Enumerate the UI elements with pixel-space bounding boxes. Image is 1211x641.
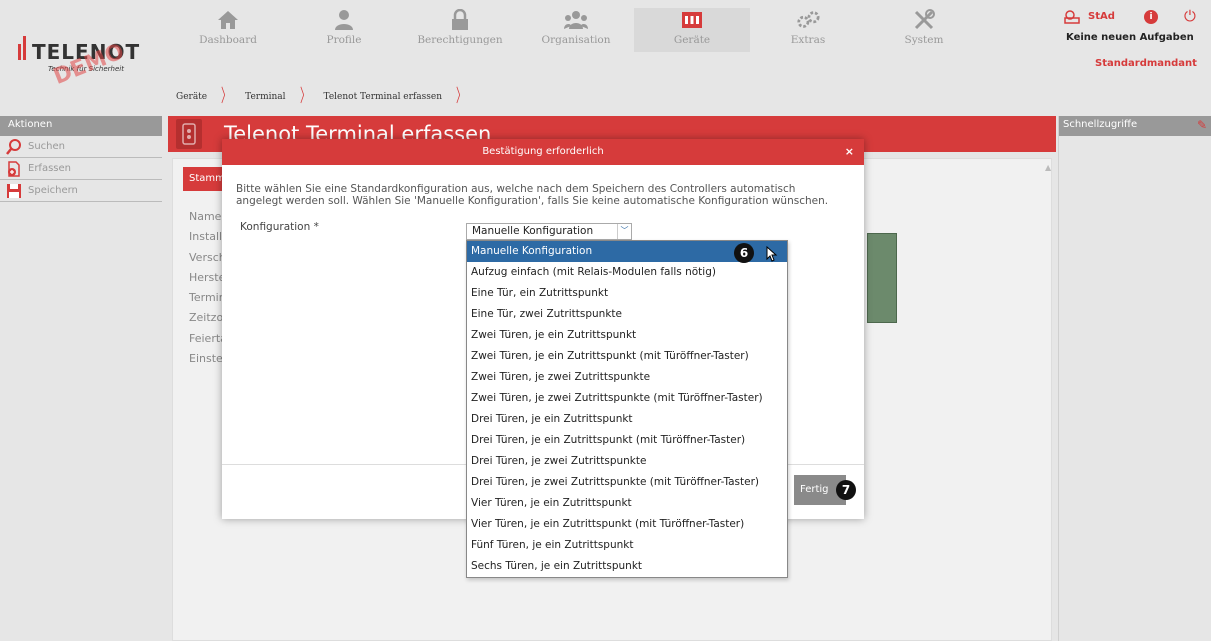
- chevron-right-icon: 〉: [221, 86, 232, 107]
- dropdown-option[interactable]: Fünf Türen, je ein Zutrittspunkt: [467, 535, 787, 556]
- dropdown-option[interactable]: Vier Türen, je ein Zutrittspunkt (mit Tü…: [467, 514, 787, 535]
- breadcrumb-item[interactable]: Telenot Terminal erfassen: [318, 92, 448, 102]
- dialog-message: Bitte wählen Sie eine Standardkonfigurat…: [236, 183, 829, 207]
- sidebar-title: Aktionen: [0, 116, 162, 136]
- nav-label: Profile: [326, 34, 362, 46]
- lock-icon: [448, 8, 472, 32]
- breadcrumb-item[interactable]: Terminal: [239, 92, 291, 102]
- nav-label: Organisation: [541, 34, 611, 46]
- dropdown-option[interactable]: Drei Türen, je zwei Zutrittspunkte (mit …: [467, 472, 787, 493]
- main-nav: Dashboard Profile Berechtigungen Organis…: [170, 8, 982, 58]
- dropdown-option[interactable]: Zwei Türen, je ein Zutrittspunkt (mit Tü…: [467, 346, 787, 367]
- house-icon: [216, 8, 240, 32]
- nav-profile[interactable]: Profile: [286, 8, 402, 52]
- sidebar-item-label: Erfassen: [28, 163, 71, 174]
- chevron-right-icon: 〉: [299, 86, 310, 107]
- dropdown-option[interactable]: Zwei Türen, je zwei Zutrittspunkte (mit …: [467, 388, 787, 409]
- telenot-logo[interactable]: TELENOT Technik für Sicherheit DEMO: [18, 28, 163, 90]
- dropdown-option[interactable]: Drei Türen, je ein Zutrittspunkt (mit Tü…: [467, 430, 787, 451]
- breadcrumb-item[interactable]: Geräte: [170, 92, 213, 102]
- add-document-icon: [6, 160, 22, 177]
- dropdown-option[interactable]: Eine Tür, ein Zutrittspunkt: [467, 283, 787, 304]
- nav-extras[interactable]: Extras: [750, 8, 866, 52]
- dropdown-option[interactable]: Aufzug einfach (mit Relais-Modulen falls…: [467, 262, 787, 283]
- terminal-icon: [176, 119, 202, 149]
- app-header: TELENOT Technik für Sicherheit DEMO Dash…: [0, 0, 1211, 90]
- dropdown-option[interactable]: Vier Türen, je ein Zutrittspunkt: [467, 493, 787, 514]
- sidebar-item-erfassen[interactable]: Erfassen: [0, 158, 162, 180]
- tasks-status[interactable]: Keine neuen Aufgaben: [1066, 32, 1194, 43]
- dropdown-option[interactable]: Eine Tür, zwei Zutrittspunkte: [467, 304, 787, 325]
- logo-mark-icon: [18, 36, 28, 60]
- chevron-down-icon[interactable]: ﹀: [617, 224, 631, 239]
- user-name[interactable]: StAd: [1088, 11, 1115, 22]
- user-area: StAd i ⏻ Keine neuen Aufgaben: [1064, 8, 1211, 80]
- chevron-right-icon: 〉: [456, 86, 466, 107]
- nav-label: Geräte: [673, 34, 711, 46]
- nav-berechtigungen[interactable]: Berechtigungen: [402, 8, 518, 52]
- quick-access-title: Schnellzugriffe: [1063, 119, 1138, 130]
- dropdown-option[interactable]: Sechs Türen, je ein Zutrittspunkt: [467, 556, 787, 577]
- device-board-image: [867, 233, 897, 323]
- quick-access-header: Schnellzugriffe ✎: [1059, 116, 1211, 136]
- dialog-title: Bestätigung erforderlich: [482, 146, 604, 157]
- nav-geraete[interactable]: Geräte: [634, 8, 750, 52]
- dialog-header: Bestätigung erforderlich ×: [222, 139, 864, 165]
- power-icon[interactable]: ⏻: [1184, 8, 1200, 24]
- user-icon: [1064, 10, 1080, 24]
- step-badge-7: 7: [836, 480, 856, 500]
- breadcrumb: Geräte 〉 Terminal 〉 Telenot Terminal erf…: [170, 86, 474, 108]
- dropdown-option[interactable]: Zwei Türen, je zwei Zutrittspunkte: [467, 367, 787, 388]
- nav-label: System: [904, 34, 944, 46]
- device-icon: [680, 8, 704, 32]
- config-dropdown-list: Manuelle Konfiguration Aufzug einfach (m…: [466, 240, 788, 578]
- sidebar-item-label: Speichern: [28, 185, 78, 196]
- step-badge-6: 6: [734, 243, 754, 263]
- config-label: Konfiguration *: [240, 221, 319, 233]
- mandant-label[interactable]: Standardmandant: [1095, 58, 1197, 69]
- save-icon: [6, 183, 22, 199]
- dropdown-option[interactable]: Zwei Türen, je ein Zutrittspunkt: [467, 325, 787, 346]
- sidebar-item-speichern[interactable]: Speichern: [0, 180, 162, 202]
- nav-dashboard[interactable]: Dashboard: [170, 8, 286, 52]
- nav-system[interactable]: System: [866, 8, 982, 52]
- group-icon: [564, 8, 588, 32]
- nav-label: Extras: [790, 34, 826, 46]
- search-icon: [6, 138, 22, 155]
- config-select-value: Manuelle Konfiguration: [472, 225, 594, 237]
- scroll-up-icon[interactable]: ▲: [1045, 163, 1055, 172]
- close-icon[interactable]: ×: [845, 139, 854, 165]
- nav-label: Berechtigungen: [417, 34, 503, 46]
- nav-organisation[interactable]: Organisation: [518, 8, 634, 52]
- person-icon: [332, 8, 356, 32]
- gears-icon: [796, 8, 820, 32]
- sidebar-item-suchen[interactable]: Suchen: [0, 136, 162, 158]
- sidebar-item-label: Suchen: [28, 141, 66, 152]
- quick-access-panel: Schnellzugriffe ✎: [1058, 116, 1211, 641]
- actions-sidebar: Aktionen Suchen Erfassen Speichern: [0, 116, 162, 202]
- config-select[interactable]: Manuelle Konfiguration ﹀: [466, 223, 632, 240]
- dropdown-option[interactable]: Drei Türen, je ein Zutrittspunkt: [467, 409, 787, 430]
- dropdown-option[interactable]: Drei Türen, je zwei Zutrittspunkte: [467, 451, 787, 472]
- mouse-cursor-icon: [766, 245, 778, 262]
- nav-label: Dashboard: [199, 34, 257, 46]
- tools-icon: [912, 8, 936, 32]
- pencil-icon[interactable]: ✎: [1197, 118, 1207, 132]
- info-icon[interactable]: i: [1144, 10, 1158, 24]
